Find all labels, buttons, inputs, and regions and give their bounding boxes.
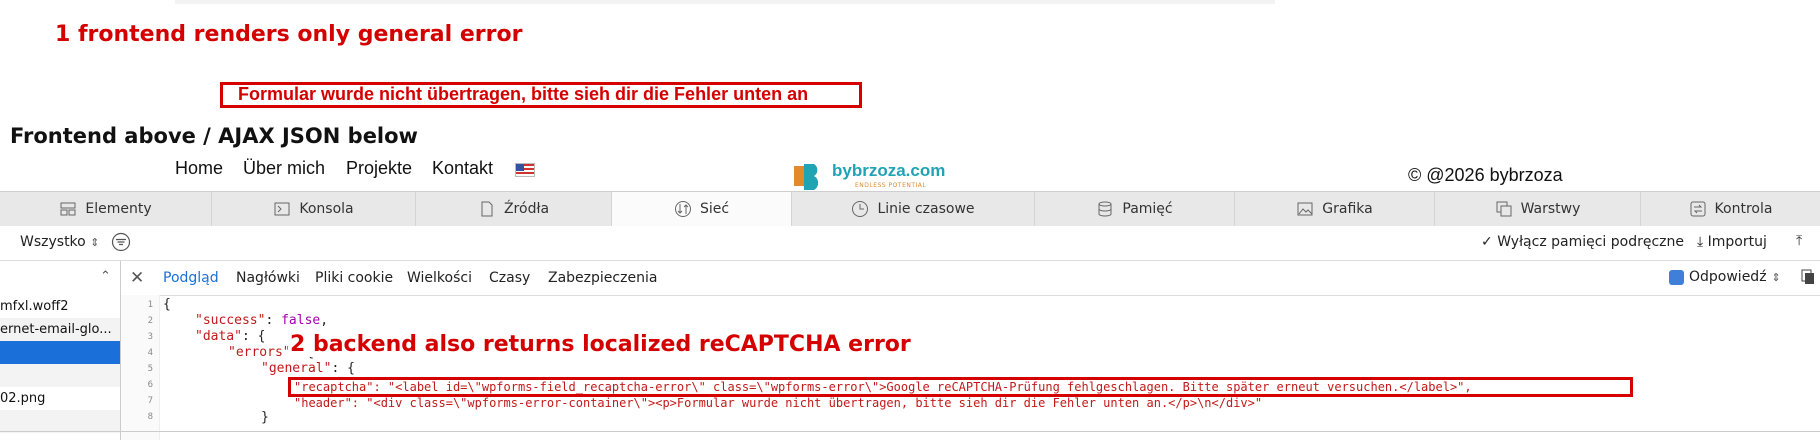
response-label: Odpowiedź [1689,269,1767,285]
close-icon[interactable]: ✕ [130,268,144,288]
subtab-sizes[interactable]: Wielkości [407,270,472,286]
resource-type-label: Wszystko [20,234,86,250]
logo-text: bybrzoza.com [832,161,946,180]
line-number: 3 [147,332,153,342]
network-icon [674,201,692,217]
disable-cache-label: Wyłącz pamięci podręczne [1497,234,1685,250]
elements-icon [59,201,77,217]
import-label: Importuj [1707,234,1767,250]
request-list-item[interactable]: mfxl.woff2 [0,295,120,318]
code-line-5: "general": { [261,361,355,376]
json-key-data: "data" [195,329,242,344]
annotation-step-2: 2 backend also returns localized reCAPTC… [288,332,913,357]
request-list-item-selected[interactable] [0,341,120,364]
response-subtab-bar: ✕ Podgląd Nagłówki Pliki cookie Wielkośc… [121,261,1820,296]
bottom-divider [0,431,1820,432]
code-line-1: { [163,297,171,312]
recaptcha-error-highlight [288,377,1633,397]
import-button[interactable]: ⤓ Importuj [1697,234,1767,250]
tab-sources[interactable]: Źródła [416,192,612,226]
subtab-preview[interactable]: Podgląd [163,270,219,286]
tab-label: Grafika [1322,201,1373,217]
timelines-icon [851,201,869,217]
general-error-message: Formular wurde nicht übertragen, bitte s… [238,84,809,104]
tab-audit[interactable]: Kontrola [1641,192,1820,226]
nav-contact[interactable]: Kontakt [432,158,493,179]
line-number: 6 [147,380,153,390]
chevron-up-icon[interactable]: ⌃ [100,269,111,284]
checkmark-icon: ✓ [1481,234,1493,250]
subtab-headers[interactable]: Nagłówki [236,270,300,286]
tab-label: Warstwy [1520,201,1581,217]
line-number: 7 [147,396,153,406]
response-icon [1669,269,1684,285]
layers-icon [1495,201,1513,217]
subtab-security[interactable]: Zabezpieczenia [548,270,657,286]
code-line-3: "data": { [195,329,266,344]
line-number-gutter: 1 2 3 4 5 6 7 8 [121,295,160,440]
tab-network[interactable]: Sieć [612,192,792,226]
request-list-header: ⌃ [0,261,120,296]
footer-copyright: © @2026 bybrzoza [1408,165,1563,185]
network-filter-bar: Wszystko ⇕ ✓ Wyłącz pamięci podręczne ⤓ … [0,226,1820,261]
export-icon[interactable]: ⤒ [1796,233,1802,249]
updown-chevron-icon: ⇕ [90,236,100,249]
code-line-7-header: "header": "<div class=\"wpforms-error-co… [294,396,1263,410]
request-list-item[interactable] [0,410,120,433]
nav-home[interactable]: Home [175,158,223,179]
json-key-success: "success" [195,313,266,328]
response-select[interactable]: Odpowiedź ⇕ [1669,269,1781,285]
code-line-2: "success": false, [195,313,329,328]
request-list-item[interactable]: 02.png [0,387,120,410]
sources-icon [478,201,496,217]
tab-label: Pamięć [1122,201,1173,217]
storage-icon [1096,201,1114,217]
tab-console[interactable]: Konsola [212,192,416,226]
tab-layers[interactable]: Warstwy [1435,192,1641,226]
line-number: 4 [147,348,153,358]
line-number: 1 [147,300,153,310]
tab-storage[interactable]: Pamięć [1035,192,1235,226]
tab-timelines[interactable]: Linie czasowe [792,192,1035,226]
json-key-general: "general" [261,361,332,376]
tab-label: Źródła [503,201,550,217]
tab-elements[interactable]: Elementy [0,192,212,226]
import-icon: ⤓ [1697,234,1704,250]
request-list-sidebar: ⌃ mfxl.woff2 ernet-email-glo... 02.png [0,261,121,440]
section-caption: Frontend above / AJAX JSON below [10,124,418,148]
subtab-timing[interactable]: Czasy [489,270,530,286]
devtools-tab-bar: Elementy Konsola Źródła Sieć Linie czaso… [0,191,1820,227]
annotation-step-1: 1 frontend renders only general error [55,22,523,47]
subtab-cookies[interactable]: Pliki cookie [315,270,393,286]
logo-tagline: ENDLESS POTENTIAL [855,182,927,189]
console-icon [273,201,291,217]
us-flag-icon[interactable] [515,163,535,177]
json-value-false: false [281,313,321,328]
tab-label: Sieć [699,201,730,217]
line-number: 8 [147,412,153,422]
tab-label: Linie czasowe [877,201,975,217]
resource-type-select[interactable]: Wszystko ⇕ [20,234,99,250]
page-top-strip [175,0,1275,4]
graphics-icon [1296,201,1314,217]
logo-icon [794,164,819,190]
nav-about[interactable]: Über mich [243,158,325,179]
tab-label: Konsola [299,201,354,217]
updown-chevron-icon: ⇕ [1771,270,1781,284]
json-key-errors: "errors" [228,345,291,360]
code-line-8: } [261,410,269,425]
tab-label: Elementy [85,201,152,217]
nav-projects[interactable]: Projekte [346,158,412,179]
copy-icon[interactable] [1801,269,1815,285]
filter-icon[interactable] [111,232,131,252]
request-list-item[interactable]: ernet-email-glo... [0,318,120,341]
line-number: 2 [147,316,153,326]
tab-graphics[interactable]: Grafika [1235,192,1435,226]
disable-cache-checkbox[interactable]: ✓ Wyłącz pamięci podręczne [1481,234,1684,250]
tab-label: Kontrola [1714,201,1773,217]
audit-icon [1689,201,1707,217]
line-number: 5 [147,364,153,374]
request-list-item[interactable] [0,364,120,387]
